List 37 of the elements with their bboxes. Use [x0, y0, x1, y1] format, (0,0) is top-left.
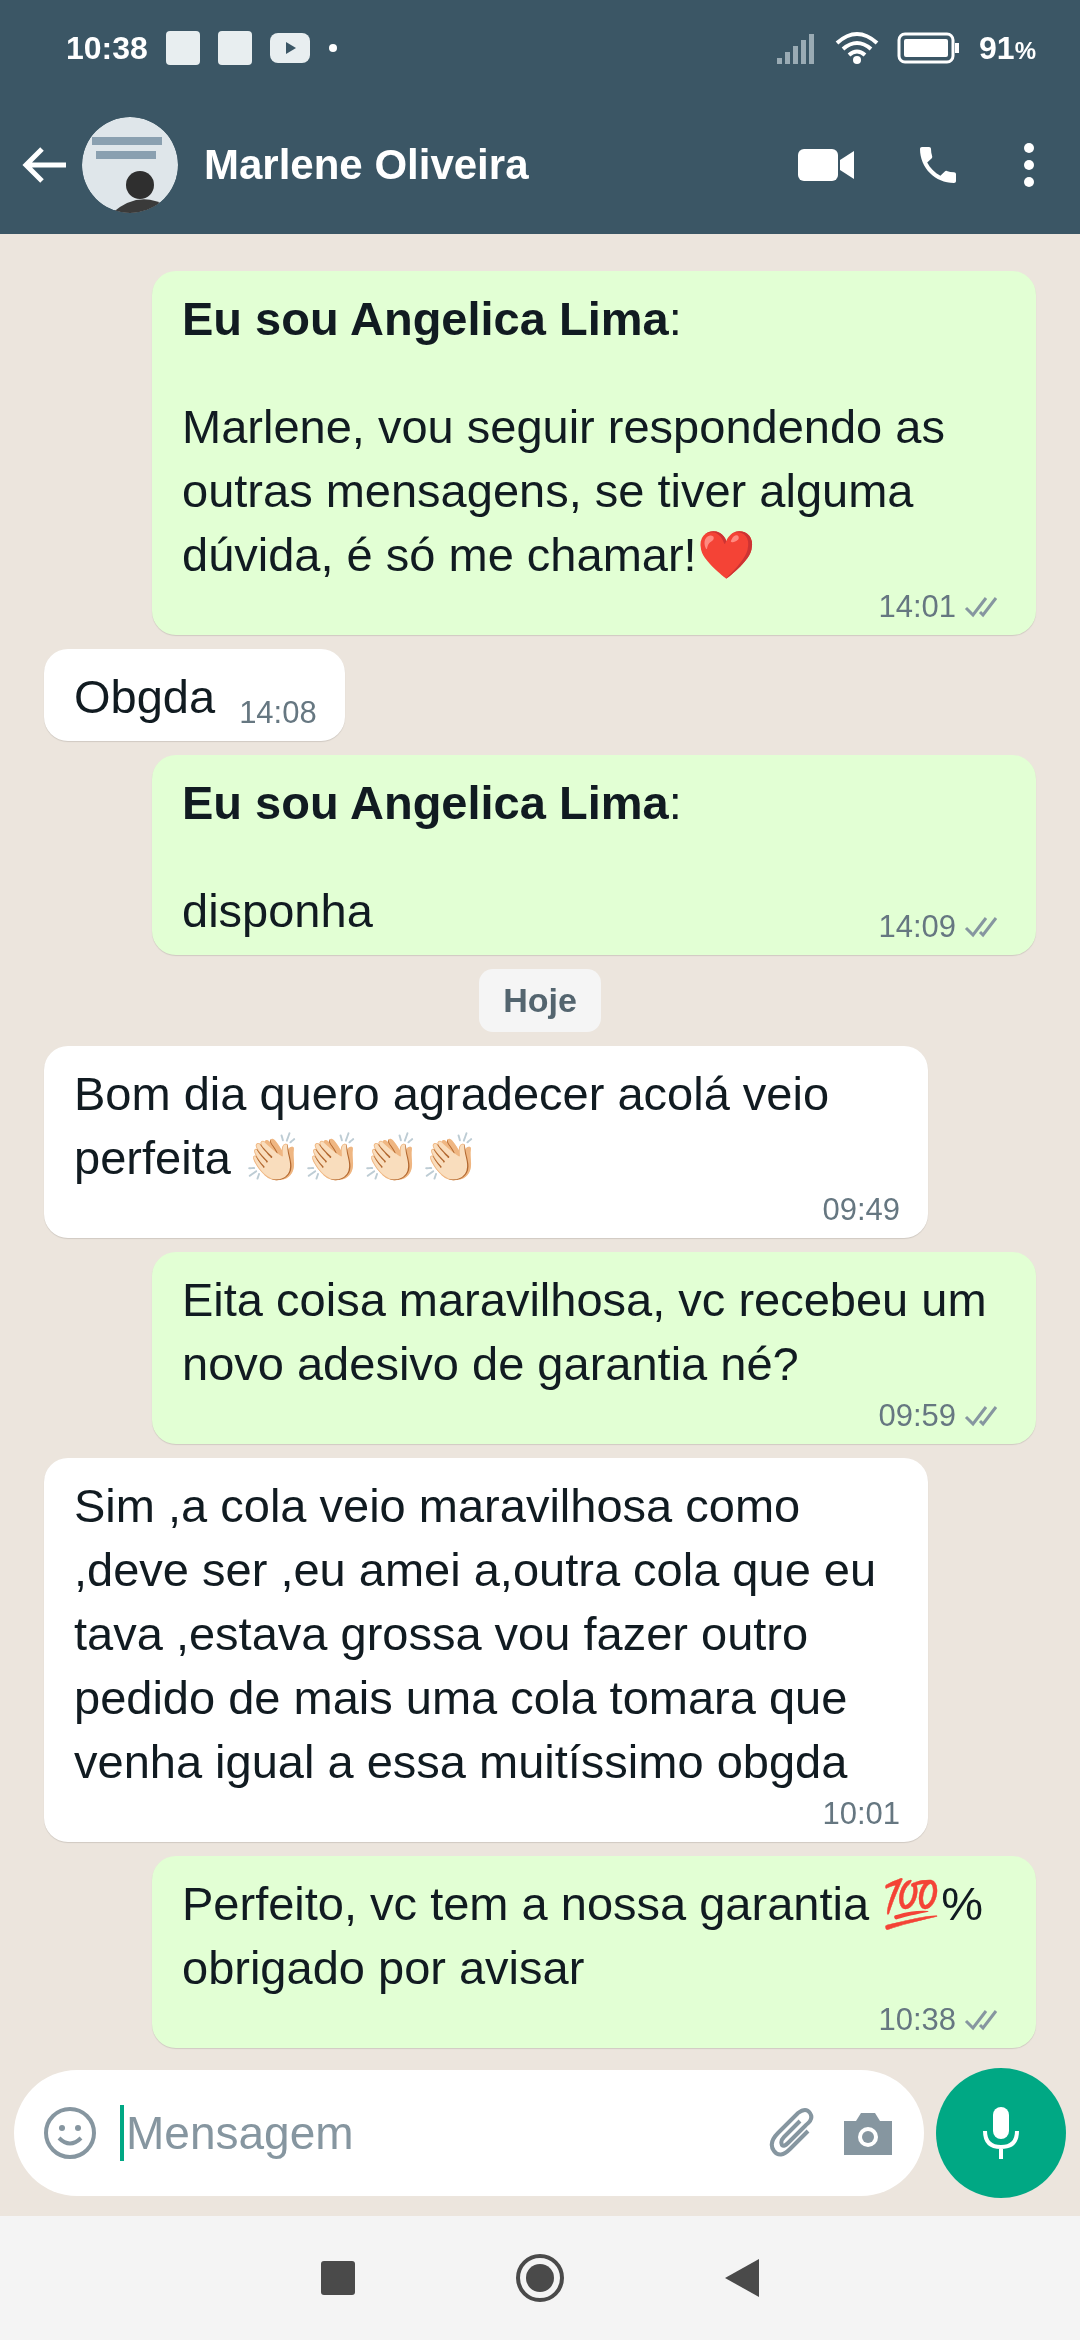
clock: 10:38: [66, 29, 148, 67]
home-icon[interactable]: [515, 2253, 565, 2303]
battery-icon: [897, 32, 962, 64]
message-text: Marlene, vou seguir respondendo as outras mensagens, se tiver alguma dúvida, é só me chamar!❤: [182, 399, 946, 583]
wifi-icon: [835, 31, 880, 65]
sender-name: Eu sou Angelica Lima:: [182, 775, 683, 831]
message-text: Obgda: [74, 669, 216, 725]
percent-sign: %: [1014, 36, 1036, 64]
message-time: 14:09: [878, 908, 956, 946]
message-field[interactable]: Mensagem: [14, 2070, 924, 2196]
date-chip: Hoje: [479, 969, 601, 1032]
message-text: Sim ,a cola veio maravilhosa como ,deve ser ,eu amei a,outra cola que eu tava ,estava grossa vou fazer outro pedido de mais uma cola tomara que venha igual a essa muitíssimo obgda: [74, 1478, 878, 1790]
more-options-icon[interactable]: [1022, 142, 1036, 188]
battery-level: 91: [979, 29, 1015, 66]
message-input[interactable]: Mensagem: [120, 2105, 746, 2161]
notification-icon: [217, 31, 252, 65]
message-time: 14:01: [878, 588, 956, 626]
back-icon[interactable]: [725, 2259, 759, 2297]
message-text: disponha: [182, 883, 373, 939]
microphone-icon: [981, 2105, 1021, 2161]
back-arrow-icon[interactable]: [20, 145, 68, 185]
sender-name: Eu sou Angelica Lima:: [182, 291, 683, 347]
message-time: 09:59: [878, 1397, 956, 1435]
message-time: 09:49: [822, 1191, 900, 1229]
message-time: 14:08: [239, 694, 317, 732]
avatar[interactable]: [82, 117, 178, 213]
emoji-icon[interactable]: [42, 2105, 98, 2161]
message-text: Eita coisa maravilhosa, vc recebeu um novo adesivo de garantia né?: [182, 1272, 988, 1392]
message-time: 10:01: [822, 1795, 900, 1833]
notification-icon: [165, 31, 200, 65]
video-camera-icon[interactable]: [798, 147, 854, 183]
message-text: Perfeito, vc tem a nossa garantia 💯% obrigado por avisar: [182, 1876, 984, 1996]
dot-icon: [327, 43, 338, 53]
message-time: 10:38: [878, 2001, 956, 2039]
message-text: Bom dia quero agradecer acolá veio perfeita 👏🏻👏🏻👏🏻👏🏻: [74, 1066, 831, 1186]
contact-name[interactable]: Marlene Oliveira: [204, 141, 738, 189]
play-icon: [269, 33, 310, 63]
